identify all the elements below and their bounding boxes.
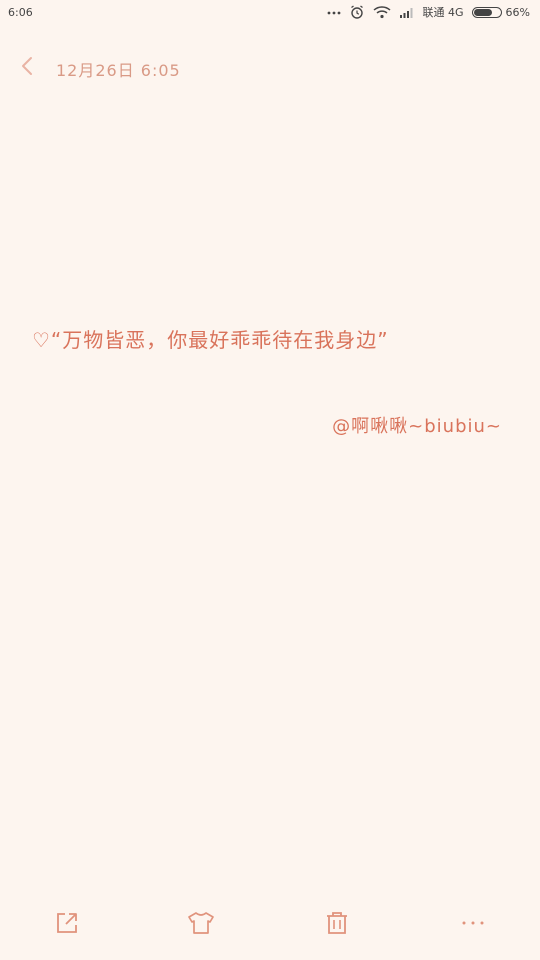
alarm-icon [349, 4, 365, 20]
carrier-label: 联通 4G [422, 6, 464, 19]
bottom-toolbar [0, 908, 540, 942]
wifi-icon [373, 5, 391, 19]
note-header: 12月26日 6:05 [0, 52, 540, 82]
theme-shirt-icon [188, 912, 214, 934]
battery-percent: 66% [505, 5, 530, 19]
note-body-text[interactable]: ♡“万物皆恶，你最好乖乖待在我身边” [32, 324, 389, 353]
status-time: 6:06 [8, 6, 33, 19]
battery-fill [473, 8, 493, 16]
note-date: 12月26日 6:05 [56, 61, 181, 80]
trash-icon [327, 912, 347, 934]
note-signature[interactable]: @啊啾啾~biubiu~ [332, 412, 502, 438]
note-screen: 6:06 联通 4G 66% 12月26日 6:05 ♡“万物皆恶，你最好乖乖待… [0, 0, 540, 960]
status-icons: 联通 4G 66% [327, 4, 530, 20]
battery-icon [471, 6, 502, 18]
status-bar: 6:06 联通 4G 66% [0, 0, 540, 28]
battery-indicator: 66% [471, 5, 530, 19]
more-icon [462, 921, 484, 925]
delete-button[interactable] [322, 908, 352, 938]
more-button[interactable] [458, 908, 488, 938]
chevron-left-icon [22, 57, 32, 75]
more-dots-icon [327, 8, 341, 16]
share-icon [57, 913, 77, 933]
signal-icon [399, 6, 415, 18]
theme-button[interactable] [186, 908, 216, 938]
back-button[interactable] [18, 54, 38, 78]
share-button[interactable] [52, 908, 82, 938]
